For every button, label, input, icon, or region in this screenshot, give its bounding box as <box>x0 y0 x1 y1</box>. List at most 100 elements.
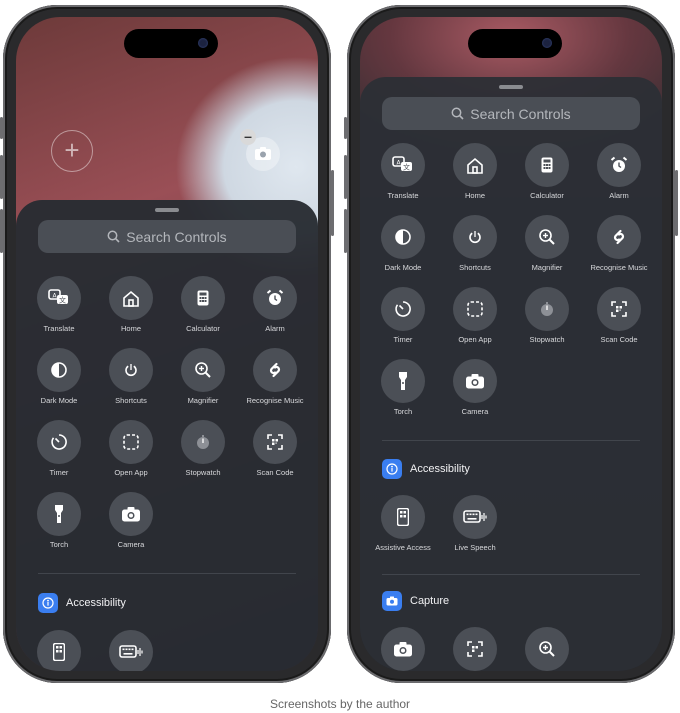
capture-grid <box>373 627 649 671</box>
stopwatch-icon <box>181 420 225 464</box>
translate-icon: 文A <box>37 276 81 320</box>
control-magnifier[interactable]: Magnifier <box>517 215 577 272</box>
search-controls-field[interactable]: Search Controls <box>38 220 296 253</box>
image-caption: Screenshots by the author <box>269 697 411 711</box>
control-torch[interactable]: Torch <box>29 492 89 549</box>
control-label: Scan Code <box>256 468 294 477</box>
live-speech-icon <box>109 630 153 671</box>
control-translate[interactable]: 文 A Translate <box>29 276 89 333</box>
control-scan-code[interactable]: Scan Code <box>245 420 305 477</box>
control-calculator[interactable]: Calculator <box>517 143 577 200</box>
dynamic-island <box>124 29 218 58</box>
control-label: Camera <box>461 407 489 416</box>
capture-control-qr-scan[interactable] <box>445 627 505 671</box>
home-icon <box>453 143 497 187</box>
control-label: Alarm <box>265 324 285 333</box>
control-label: Timer <box>49 468 69 477</box>
sheet-grabber[interactable] <box>499 85 523 89</box>
capture-title: Capture <box>410 595 450 607</box>
camera-icon <box>381 627 425 671</box>
control-translate[interactable]: 文 A Translate <box>373 143 433 200</box>
divider <box>38 573 296 574</box>
shortcuts-icon <box>453 215 497 259</box>
control-shazam[interactable]: Recognise Music <box>245 348 305 405</box>
controls-gallery-sheet: Search Controls 文 A Translate Home Calculato… <box>360 77 662 671</box>
control-label: Shortcuts <box>115 396 147 405</box>
open-app-icon <box>453 287 497 331</box>
search-controls-field[interactable]: Search Controls <box>382 97 640 130</box>
accessibility-header: Accessibility <box>38 593 126 613</box>
control-home[interactable]: Home <box>445 143 505 200</box>
search-icon <box>451 107 464 120</box>
capture-control-camera[interactable] <box>373 627 433 671</box>
translate-icon: 文A <box>381 143 425 187</box>
control-label: Dark Mode <box>40 396 78 405</box>
control-live-speech[interactable]: Live Speech <box>101 630 161 671</box>
control-label: Home <box>464 191 485 200</box>
control-scan-code[interactable]: Scan Code <box>589 287 649 344</box>
controls-gallery-sheet: Search Controls 文 A Translate Home Calculato… <box>16 200 318 671</box>
control-label: Alarm <box>609 191 629 200</box>
controls-grid: 文 A Translate Home Calculator Alarm Dark Mode S… <box>373 143 649 433</box>
control-assistive-access[interactable]: Assistive Access <box>373 495 433 552</box>
search-placeholder: Search Controls <box>126 228 227 245</box>
control-label: Translate <box>43 324 75 333</box>
control-camera[interactable]: Camera <box>101 492 161 549</box>
control-stopwatch[interactable]: Stopwatch <box>173 420 233 477</box>
shazam-icon <box>253 348 297 392</box>
control-assistive-access[interactable]: Assistive Access <box>29 630 89 671</box>
svg-text:文: 文 <box>59 296 66 305</box>
scan-code-icon <box>597 287 641 331</box>
live-speech-icon <box>453 495 497 539</box>
control-camera[interactable]: Camera <box>445 359 505 416</box>
control-label: Torch <box>393 407 413 416</box>
control-label: Scan Code <box>600 335 638 344</box>
control-shazam[interactable]: Recognise Music <box>589 215 649 272</box>
control-label: Assistive Access <box>375 543 431 552</box>
control-stopwatch[interactable]: Stopwatch <box>517 287 577 344</box>
remove-widget-button[interactable]: – <box>240 129 256 145</box>
accessibility-grid: Assistive Access Live Speech <box>29 630 305 671</box>
control-label: Live Speech <box>454 543 496 552</box>
control-torch[interactable]: Torch <box>373 359 433 416</box>
accessibility-title: Accessibility <box>410 463 470 475</box>
control-home[interactable]: Home <box>101 276 161 333</box>
sheet-grabber[interactable] <box>155 208 179 212</box>
control-label: Recognise Music <box>246 396 304 405</box>
open-app-icon <box>109 420 153 464</box>
camera-icon <box>109 492 153 536</box>
control-label: Open App <box>458 335 492 344</box>
control-timer[interactable]: Timer <box>373 287 433 344</box>
control-dark-mode[interactable]: Dark Mode <box>29 348 89 405</box>
control-alarm[interactable]: Alarm <box>589 143 649 200</box>
control-label: Open App <box>114 468 148 477</box>
control-calculator[interactable]: Calculator <box>173 276 233 333</box>
control-timer[interactable]: Timer <box>29 420 89 477</box>
control-dark-mode[interactable]: Dark Mode <box>373 215 433 272</box>
control-alarm[interactable]: Alarm <box>245 276 305 333</box>
control-label: Magnifier <box>531 263 563 272</box>
search-placeholder: Search Controls <box>470 105 571 122</box>
timer-icon <box>381 287 425 331</box>
divider <box>382 440 640 441</box>
scan-code-icon <box>253 420 297 464</box>
magnifier-icon <box>525 215 569 259</box>
control-label: Home <box>120 324 141 333</box>
control-shortcuts[interactable]: Shortcuts <box>445 215 505 272</box>
control-label: Stopwatch <box>185 468 221 477</box>
capture-header: Capture <box>382 591 449 611</box>
control-open-app[interactable]: Open App <box>101 420 161 477</box>
control-magnifier[interactable]: Magnifier <box>173 348 233 405</box>
add-control-button[interactable]: + <box>51 130 93 172</box>
control-open-app[interactable]: Open App <box>445 287 505 344</box>
search-icon <box>107 230 120 243</box>
control-label: Calculator <box>530 191 564 200</box>
capture-control-magnifier[interactable] <box>517 627 577 671</box>
control-live-speech[interactable]: Live Speech <box>445 495 505 552</box>
control-shortcuts[interactable]: Shortcuts <box>101 348 161 405</box>
accessibility-icon <box>38 593 58 613</box>
stopwatch-icon <box>525 287 569 331</box>
control-label: Magnifier <box>187 396 219 405</box>
torch-icon <box>381 359 425 403</box>
magnifier-icon <box>181 348 225 392</box>
